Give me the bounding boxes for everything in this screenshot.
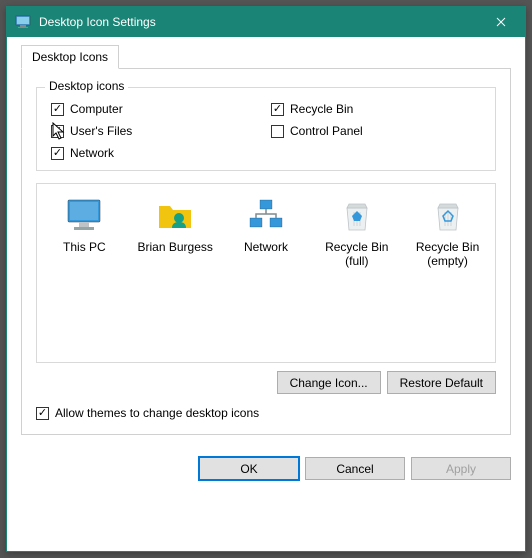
icon-label: This PC [63,240,106,254]
apply-button[interactable]: Apply [411,457,511,480]
icon-label: Network [244,240,288,254]
desktop-icons-groupbox: Desktop icons Computer Recycle Bin Us [36,87,496,171]
checkbox-label: User's Files [70,124,132,138]
checkbox-label: Network [70,146,114,160]
icon-network[interactable]: Network [223,192,309,258]
close-icon [496,17,506,27]
window-title: Desktop Icon Settings [39,15,478,29]
dialog-window: Desktop Icon Settings Desktop Icons Desk… [6,6,526,552]
icon-label: Recycle Bin (empty) [407,240,489,269]
checkbox-icon [51,147,64,160]
dialog-button-row: OK Cancel Apply [7,449,525,494]
icon-label: Brian Burgess [138,240,213,254]
checkbox-control-panel[interactable]: Control Panel [271,124,481,138]
recycle-full-icon [337,196,377,236]
checkbox-icon [51,125,64,138]
icon-button-row: Change Icon... Restore Default [36,371,496,394]
tab-container: Desktop Icons Desktop icons Computer Rec… [21,45,511,435]
tab-body: Desktop icons Computer Recycle Bin Us [21,68,511,435]
change-icon-button[interactable]: Change Icon... [277,371,381,394]
checkbox-grid: Computer Recycle Bin User's Files C [51,102,481,160]
checkbox-label: Recycle Bin [290,102,353,116]
titlebar: Desktop Icon Settings [7,7,525,37]
checkbox-recycle-bin[interactable]: Recycle Bin [271,102,481,116]
checkbox-icon [36,407,49,420]
content-area: Desktop Icons Desktop icons Computer Rec… [7,37,525,449]
cancel-button[interactable]: Cancel [305,457,405,480]
ok-button[interactable]: OK [199,457,299,480]
network-icon [246,196,286,236]
icon-recycle-bin-full[interactable]: Recycle Bin (full) [314,192,400,273]
icon-preview-list: This PC Brian Burgess Network Recycle Bi… [36,183,496,363]
checkbox-users-files[interactable]: User's Files [51,124,261,138]
tab-desktop-icons[interactable]: Desktop Icons [21,45,119,69]
checkbox-label: Computer [70,102,123,116]
groupbox-label: Desktop icons [45,79,128,93]
checkbox-icon [51,103,64,116]
icon-this-pc[interactable]: This PC [41,192,127,258]
checkbox-allow-themes[interactable]: Allow themes to change desktop icons [36,406,496,420]
app-icon [15,14,31,30]
checkbox-label: Control Panel [290,124,363,138]
monitor-icon [64,196,104,236]
icon-user-folder[interactable]: Brian Burgess [132,192,218,258]
checkbox-computer[interactable]: Computer [51,102,261,116]
checkbox-label: Allow themes to change desktop icons [55,406,259,420]
checkbox-network[interactable]: Network [51,146,261,160]
checkbox-icon [271,103,284,116]
close-button[interactable] [478,7,523,37]
checkbox-icon [271,125,284,138]
restore-default-button[interactable]: Restore Default [387,371,496,394]
icon-recycle-bin-empty[interactable]: Recycle Bin (empty) [405,192,491,273]
recycle-empty-icon [428,196,468,236]
user-folder-icon [155,196,195,236]
icon-label: Recycle Bin (full) [316,240,398,269]
